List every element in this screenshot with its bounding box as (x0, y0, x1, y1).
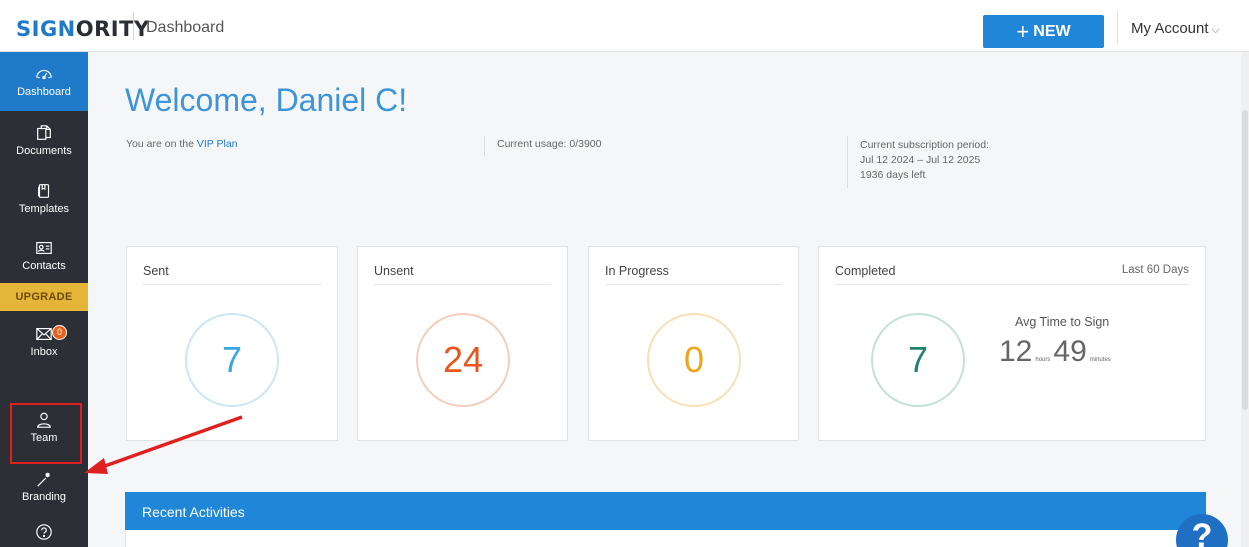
completed-count: 7 (871, 313, 965, 407)
recent-activities-header: Recent Activities (125, 492, 1206, 530)
sidebar-item-label: Templates (18, 202, 70, 215)
welcome-heading: Welcome, Daniel C! (125, 82, 408, 118)
sidebar-item-label: Branding (21, 490, 67, 503)
sent-card[interactable]: Sent 7 (126, 246, 338, 441)
avg-time-value: 12 hours 49 minutes (999, 335, 1111, 368)
signority-logo[interactable]: SIGNORITY (16, 17, 150, 41)
inbox-count-badge: 0 (52, 324, 67, 340)
contacts-icon (36, 241, 52, 254)
divider (605, 284, 782, 285)
documents-icon (37, 124, 51, 140)
upgrade-button[interactable]: UPGRADE (0, 283, 88, 311)
vip-plan-link[interactable]: VIP Plan (197, 138, 238, 150)
sidebar-item-branding[interactable]: Branding (0, 457, 88, 515)
top-bar: SIGNORITY Dashboard + NEW My Account ⌵ (0, 0, 1249, 52)
card-title: Completed (835, 264, 896, 278)
sidebar-item-label: Documents (16, 144, 72, 157)
sidebar-item-help[interactable] (0, 522, 88, 544)
chevron-down-icon: ⌵ (1211, 24, 1220, 36)
sidebar-item-templates[interactable]: Templates (0, 169, 88, 227)
sidebar-item-label: Contacts (22, 259, 66, 272)
my-account-menu[interactable]: My Account ⌵ (1131, 20, 1220, 37)
card-title: Unsent (374, 264, 414, 278)
logo-divider (133, 12, 134, 40)
divider (374, 284, 551, 285)
sent-count: 7 (185, 313, 279, 407)
divider (847, 136, 848, 188)
card-title: In Progress (605, 264, 669, 278)
account-divider (1117, 12, 1118, 44)
sidebar-item-label: Inbox (30, 345, 58, 358)
divider (143, 284, 321, 285)
sidebar-item-inbox[interactable]: 0 Inbox (0, 311, 88, 371)
divider (835, 284, 1189, 285)
my-account-label: My Account (1131, 20, 1209, 37)
unsent-card[interactable]: Unsent 24 (357, 246, 568, 441)
branding-highlight-box (10, 403, 82, 464)
recent-activities-panel (125, 530, 1206, 547)
date-range-label: Last 60 Days (1121, 264, 1189, 276)
current-usage: Current usage: 0/3900 (497, 138, 602, 150)
sidebar-item-label: Dashboard (17, 86, 71, 98)
sidebar-item-documents[interactable]: Documents (0, 111, 88, 169)
sidebar-item-contacts[interactable]: Contacts (0, 227, 88, 283)
sidebar: Dashboard Documents Templates Contacts U… (0, 52, 88, 547)
plan-info: You are on the VIP Plan (126, 138, 238, 150)
divider (484, 136, 485, 156)
help-icon (36, 523, 52, 540)
avg-time-label: Avg Time to Sign (1015, 315, 1110, 329)
card-title: Sent (143, 264, 169, 278)
page-title: Dashboard (146, 19, 225, 36)
dashboard-icon (36, 69, 52, 80)
inbox-icon (36, 327, 52, 340)
completed-card[interactable]: Completed Last 60 Days 7 Avg Time to Sig… (818, 246, 1206, 441)
in-progress-card[interactable]: In Progress 0 (588, 246, 799, 441)
scrollbar-thumb[interactable] (1242, 110, 1248, 410)
branding-icon (37, 472, 50, 487)
plus-icon: + (1016, 18, 1030, 44)
new-button[interactable]: + NEW (983, 15, 1104, 48)
scrollbar[interactable] (1241, 52, 1249, 547)
templates-icon (38, 183, 50, 198)
new-button-label: NEW (1033, 22, 1071, 40)
in-progress-count: 0 (647, 313, 741, 407)
unsent-count: 24 (416, 313, 510, 407)
sidebar-item-dashboard[interactable]: Dashboard (0, 52, 88, 111)
subscription-period: Current subscription period: Jul 12 2024… (860, 139, 989, 181)
